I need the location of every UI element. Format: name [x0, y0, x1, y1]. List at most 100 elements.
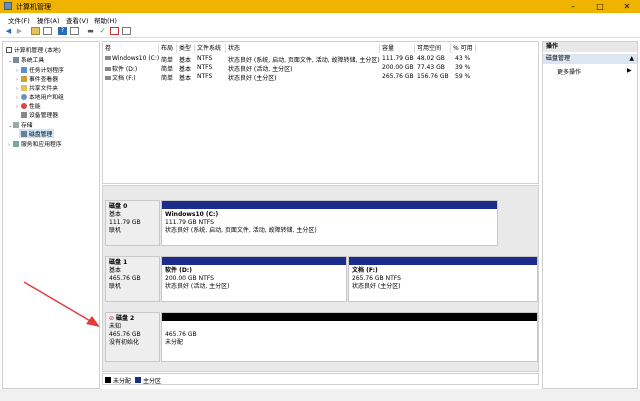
- tree-root[interactable]: 计算机管理 (本地): [6, 45, 61, 54]
- menu-help[interactable]: 帮助(H): [94, 15, 117, 25]
- cell-percent-free: 43 %: [455, 55, 471, 62]
- disk-type: 基本: [109, 211, 122, 218]
- minimize-button[interactable]: –: [560, 0, 586, 13]
- cell-type: 基本: [179, 57, 192, 64]
- col-header-capacity[interactable]: 容量: [380, 44, 415, 53]
- col-header-free[interactable]: 可用空间: [415, 44, 451, 53]
- cell-capacity: 111.79 GB: [382, 55, 414, 62]
- legend-unallocated: 未分配: [113, 378, 132, 385]
- disk-2-label[interactable]: ⊘ 磁盘 2 未知 465.76 GB 没有初始化: [105, 312, 160, 362]
- primary-partition-bar: [162, 201, 497, 209]
- col-header-type[interactable]: 类型: [177, 44, 195, 53]
- partition-status: 状态良好 (主分区): [352, 283, 401, 290]
- maximize-button[interactable]: □: [587, 0, 613, 13]
- collapse-caret-icon[interactable]: ▲: [629, 54, 634, 64]
- menu-file[interactable]: 文件(F): [8, 15, 30, 25]
- col-header-percent-free[interactable]: % 可用: [451, 44, 476, 53]
- cell-percent-free: 59 %: [455, 73, 471, 80]
- disk-type: 基本: [109, 267, 122, 274]
- title-bar[interactable]: 计算机管理 – □ ✕: [0, 0, 640, 13]
- actions-header: 操作: [543, 42, 637, 52]
- forward-arrow-icon[interactable]: ▶: [15, 27, 24, 35]
- table-row[interactable]: 文档 (F:): [105, 73, 136, 82]
- partition-status: 状态良好 (系统, 启动, 页面文件, 活动, 故障转储, 主分区): [165, 227, 317, 234]
- disk-1-label[interactable]: 磁盘 1 基本 465.76 GB 联机: [105, 256, 160, 302]
- cell-layout: 简单: [161, 75, 174, 82]
- view-icon[interactable]: [122, 27, 131, 35]
- partition-d[interactable]: 软件 (D:) 200.00 GB NTFS 状态良好 (活动, 主分区): [161, 256, 347, 302]
- cell-capacity: 265.76 GB: [382, 73, 414, 80]
- cell-free: 77.43 GB: [417, 64, 445, 71]
- tree-item-system-tools[interactable]: ⌄ 系统工具: [8, 55, 44, 64]
- primary-partition-bar: [349, 257, 537, 265]
- partition-f[interactable]: 文档 (F:) 265.76 GB NTFS 状态良好 (主分区): [348, 256, 538, 302]
- task-scheduler-icon: [21, 67, 27, 73]
- menu-view[interactable]: 查看(V): [66, 15, 89, 25]
- cell-status: 状态良好 (活动, 主分区): [228, 66, 293, 73]
- disk-size: 111.79 GB: [109, 219, 141, 226]
- disk-graphical-view: 磁盘 0 基本 111.79 GB 联机 Windows10 (C:) 111.…: [102, 185, 539, 372]
- cell-free: 48.02 GB: [417, 55, 445, 62]
- disk-0-label[interactable]: 磁盘 0 基本 111.79 GB 联机: [105, 200, 160, 246]
- tree-item-disk-management[interactable]: 磁盘管理: [19, 129, 55, 138]
- col-header-filesystem[interactable]: 文件系统: [195, 44, 226, 53]
- legend-primary: 主分区: [143, 378, 162, 385]
- arrow-line: [23, 281, 93, 323]
- tree-item-performance[interactable]: › 性能: [16, 101, 41, 110]
- cell-status: 状态良好 (主分区): [228, 75, 277, 82]
- col-header-volume[interactable]: 卷: [103, 44, 159, 53]
- partition-c[interactable]: Windows10 (C:) 111.79 GB NTFS 状态良好 (系统, …: [161, 200, 498, 246]
- users-icon: [21, 94, 27, 100]
- properties-icon[interactable]: [110, 27, 119, 35]
- folder-up-icon[interactable]: [31, 27, 40, 35]
- volume-list: 卷 布局 类型 文件系统 状态 容量 可用空间 % 可用 Windows10 (…: [102, 41, 539, 184]
- tree-item-shared-folders[interactable]: › 共享文件夹: [16, 83, 58, 92]
- partition-size: 465.76 GB: [165, 331, 197, 338]
- actions-pane: 操作 磁盘管理 ▲ 更多操作 ▶: [542, 41, 638, 389]
- partition-unallocated[interactable]: 465.76 GB 未分配: [161, 312, 538, 362]
- tree-item-task-scheduler[interactable]: › 任务计划程序: [16, 65, 64, 74]
- back-arrow-icon[interactable]: ◀: [4, 27, 13, 35]
- partition-size: 200.00 GB NTFS: [165, 275, 214, 282]
- computer-management-window: 计算机管理 – □ ✕ 文件(F) 操作(A) 查看(V) 帮助(H) ◀ ▶ …: [0, 0, 640, 401]
- more-actions-link[interactable]: 更多操作 ▶: [557, 67, 632, 76]
- tree-item-event-viewer[interactable]: › 事件查看器: [16, 74, 58, 83]
- storage-icon: [13, 122, 19, 128]
- status-bar: [0, 389, 640, 401]
- partition-title: Windows10 (C:): [165, 211, 219, 218]
- cell-filesystem: NTFS: [197, 64, 213, 71]
- col-header-status[interactable]: 状态: [226, 44, 380, 53]
- grid-icon[interactable]: [43, 27, 52, 35]
- disk-icon[interactable]: ▬: [86, 27, 95, 35]
- tree-item-device-manager[interactable]: 设备管理器: [21, 110, 58, 119]
- cell-filesystem: NTFS: [197, 55, 213, 62]
- help-icon[interactable]: ?: [58, 27, 67, 35]
- tree-item-services-apps[interactable]: › 服务和应用程序: [8, 139, 62, 148]
- tools-icon: [13, 57, 19, 63]
- partition-size: 111.79 GB NTFS: [165, 219, 214, 226]
- disk-status: 联机: [109, 283, 122, 290]
- panel-icon[interactable]: [70, 27, 79, 35]
- disk-name: 磁盘 1: [109, 259, 128, 266]
- arrow-head: [86, 316, 100, 327]
- check-icon[interactable]: ✓: [98, 27, 107, 35]
- partition-status: 状态良好 (活动, 主分区): [165, 283, 230, 290]
- disk-name: 磁盘 2: [115, 315, 135, 322]
- partition-title: 软件 (D:): [165, 267, 192, 274]
- table-row[interactable]: 软件 (D:): [105, 64, 137, 73]
- unallocated-swatch: [105, 377, 111, 383]
- actions-section-disk-management[interactable]: 磁盘管理 ▲: [543, 54, 637, 64]
- performance-icon: [21, 103, 27, 109]
- chevron-right-icon: ▶: [627, 67, 632, 74]
- legend: 未分配 主分区: [102, 373, 539, 385]
- col-header-layout[interactable]: 布局: [159, 44, 177, 53]
- cell-layout: 简单: [161, 57, 174, 64]
- unallocated-bar: [162, 313, 537, 321]
- table-row[interactable]: Windows10 (C:): [105, 55, 159, 62]
- menu-action[interactable]: 操作(A): [37, 15, 60, 25]
- tree-item-storage[interactable]: ⌄ 存储: [8, 120, 33, 129]
- close-button[interactable]: ✕: [614, 0, 640, 13]
- cell-layout: 简单: [161, 66, 174, 73]
- disk-status: 联机: [109, 227, 122, 234]
- tree-item-local-users[interactable]: › 本地用户和组: [16, 92, 64, 101]
